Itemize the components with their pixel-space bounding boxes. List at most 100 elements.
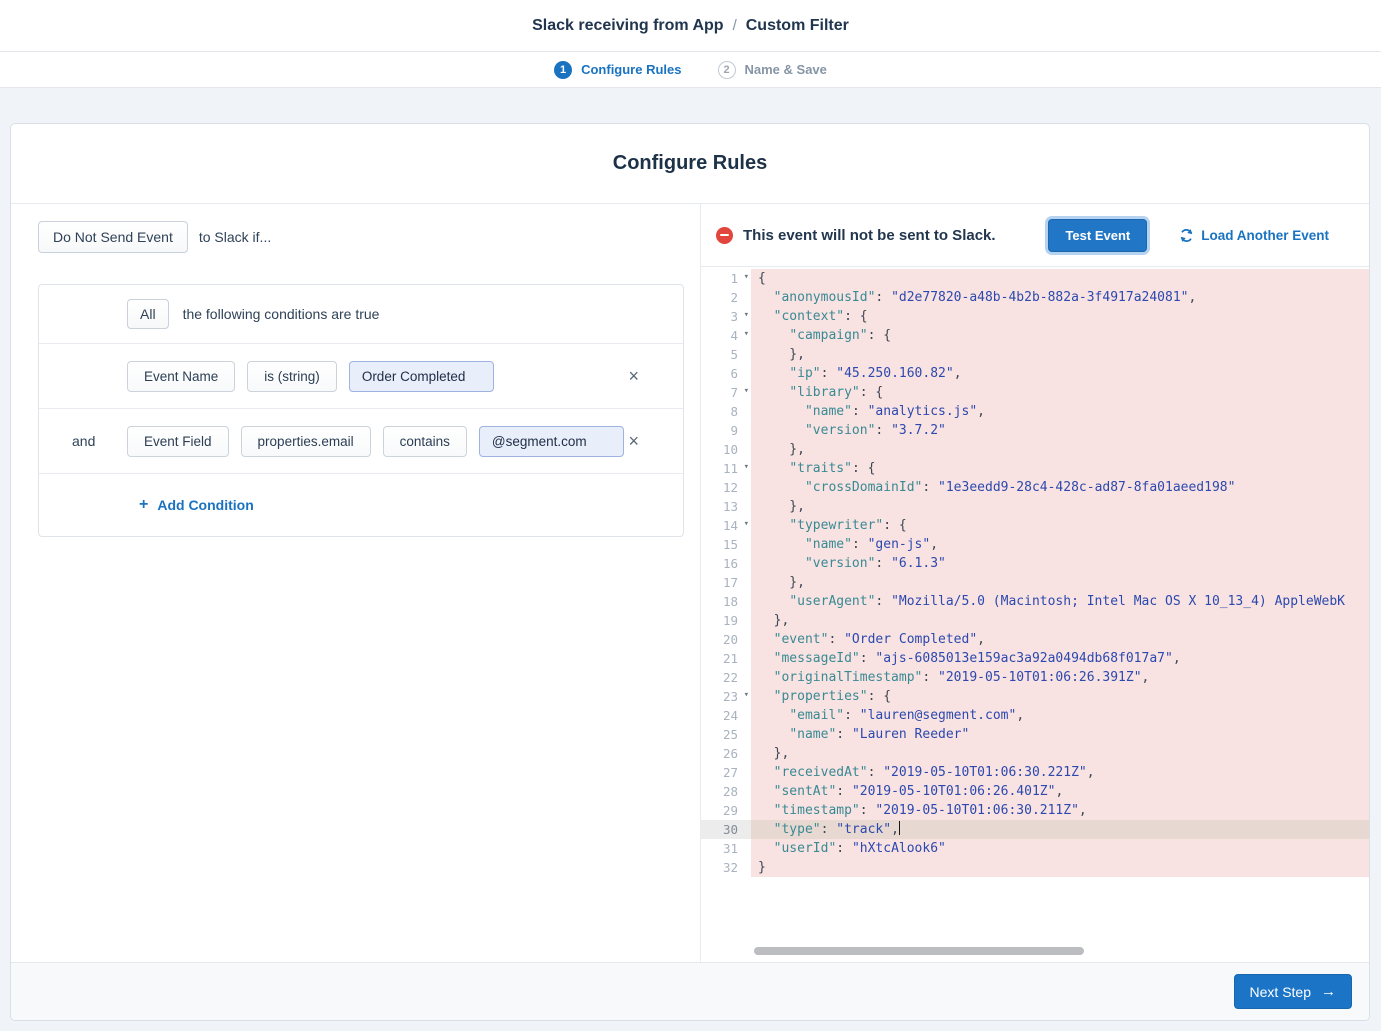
code-line[interactable]: },	[751, 744, 1369, 763]
code-line[interactable]: "userId": "hXtcAlook6"	[751, 839, 1369, 858]
code-line[interactable]: "email": "lauren@segment.com",	[751, 706, 1369, 725]
fold-arrow-icon[interactable]: ▾	[744, 382, 749, 401]
add-condition-button[interactable]: + Add Condition	[39, 473, 683, 536]
gutter-line-number: 3▾	[701, 307, 751, 326]
gutter-line-number: 22	[701, 668, 751, 687]
code-line[interactable]: "typewriter": {	[751, 516, 1369, 535]
fold-arrow-icon[interactable]: ▾	[744, 268, 749, 287]
condition-field-button[interactable]: contains	[383, 426, 467, 457]
gutter-line-number: 17	[701, 573, 751, 592]
code-line[interactable]: "name": "Lauren Reeder"	[751, 725, 1369, 744]
remove-condition-icon[interactable]: ×	[624, 365, 643, 387]
steps-bar: 1 Configure Rules 2 Name & Save	[0, 52, 1381, 88]
gutter-line-number: 12	[701, 478, 751, 497]
gutter-line-number: 5	[701, 345, 751, 364]
code-line[interactable]: "name": "analytics.js",	[751, 402, 1369, 421]
fold-arrow-icon[interactable]: ▾	[744, 515, 749, 534]
configure-rules-card: Configure Rules Do Not Send Event to Sla…	[10, 123, 1370, 1021]
condition-field-button[interactable]: Event Name	[127, 361, 235, 392]
step-2-label: Name & Save	[745, 62, 827, 77]
match-type-dropdown-button[interactable]: All	[127, 299, 169, 329]
gutter-line-number: 10	[701, 440, 751, 459]
gutter-line-number: 13	[701, 497, 751, 516]
code-line[interactable]: "type": "track",	[751, 820, 1369, 839]
condition-row: and Event Field properties.email contains ×	[39, 408, 683, 473]
gutter-line-number: 28	[701, 782, 751, 801]
gutter-line-number: 23▾	[701, 687, 751, 706]
code-line[interactable]: {	[751, 269, 1369, 288]
code-line[interactable]: "event": "Order Completed",	[751, 630, 1369, 649]
code-line[interactable]: },	[751, 497, 1369, 516]
code-line[interactable]: "userAgent": "Mozilla/5.0 (Macintosh; In…	[751, 592, 1369, 611]
filter-action-suffix: to Slack if...	[199, 229, 271, 245]
code-line[interactable]: },	[751, 573, 1369, 592]
code-line[interactable]: "receivedAt": "2019-05-10T01:06:30.221Z"…	[751, 763, 1369, 782]
step-1-label: Configure Rules	[581, 62, 681, 77]
remove-condition-icon[interactable]: ×	[624, 430, 643, 452]
code-line[interactable]: "name": "gen-js",	[751, 535, 1369, 554]
condition-value-input[interactable]	[349, 361, 494, 392]
condition-field-button[interactable]: is (string)	[247, 361, 337, 392]
next-step-button[interactable]: Next Step →	[1234, 974, 1352, 1009]
condition-conjunction: and	[72, 433, 95, 449]
step-2-circle: 2	[718, 61, 736, 79]
code-line[interactable]: "traits": {	[751, 459, 1369, 478]
step-configure-rules[interactable]: 1 Configure Rules	[554, 61, 681, 79]
editor-gutter: 1▾23▾4▾567▾891011▾121314▾151617181920212…	[701, 267, 751, 962]
code-line[interactable]: "campaign": {	[751, 326, 1369, 345]
fold-arrow-icon[interactable]: ▾	[744, 306, 749, 325]
gutter-line-number: 21	[701, 649, 751, 668]
gutter-line-number: 32	[701, 858, 751, 877]
fold-arrow-icon[interactable]: ▾	[744, 325, 749, 344]
code-line[interactable]: "sentAt": "2019-05-10T01:06:26.401Z",	[751, 782, 1369, 801]
code-line[interactable]: "messageId": "ajs-6085013e159ac3a92a0494…	[751, 649, 1369, 668]
load-another-event-button[interactable]: Load Another Event	[1173, 227, 1335, 244]
code-line[interactable]: "properties": {	[751, 687, 1369, 706]
code-line[interactable]: "library": {	[751, 383, 1369, 402]
title-bar: Slack receiving from App / Custom Filter	[0, 0, 1381, 52]
editor-code-area[interactable]: { "anonymousId": "d2e77820-a48b-4b2b-882…	[751, 267, 1369, 962]
code-line[interactable]: "version": "6.1.3"	[751, 554, 1369, 573]
gutter-line-number: 24	[701, 706, 751, 725]
code-line[interactable]: "crossDomainId": "1e3eedd9-28c4-428c-ad8…	[751, 478, 1369, 497]
json-event-editor[interactable]: 1▾23▾4▾567▾891011▾121314▾151617181920212…	[701, 267, 1369, 962]
gutter-line-number: 9	[701, 421, 751, 440]
code-line[interactable]: "anonymousId": "d2e77820-a48b-4b2b-882a-…	[751, 288, 1369, 307]
blocked-icon	[716, 227, 733, 244]
gutter-line-number: 6	[701, 364, 751, 383]
gutter-line-number: 26	[701, 744, 751, 763]
code-line[interactable]: },	[751, 611, 1369, 630]
breadcrumb-separator: /	[733, 17, 737, 34]
step-name-and-save[interactable]: 2 Name & Save	[718, 61, 827, 79]
condition-field-button[interactable]: Event Field	[127, 426, 229, 457]
fold-arrow-icon[interactable]: ▾	[744, 458, 749, 477]
breadcrumb-primary[interactable]: Slack receiving from App	[532, 17, 723, 35]
plus-icon: +	[139, 496, 148, 514]
refresh-icon	[1179, 228, 1194, 243]
card-title: Configure Rules	[11, 124, 1369, 204]
gutter-line-number: 2	[701, 288, 751, 307]
horizontal-scrollbar[interactable]	[754, 947, 1084, 955]
fold-arrow-icon[interactable]: ▾	[744, 686, 749, 705]
condition-value-input[interactable]	[479, 426, 624, 457]
gutter-line-number: 1▾	[701, 269, 751, 288]
code-line[interactable]: "context": {	[751, 307, 1369, 326]
conditions-box: All the following conditions are true Ev…	[38, 284, 684, 537]
code-line[interactable]: "originalTimestamp": "2019-05-10T01:06:2…	[751, 668, 1369, 687]
code-line[interactable]: }	[751, 858, 1369, 877]
match-suffix: the following conditions are true	[183, 306, 380, 322]
filter-action-dropdown-button[interactable]: Do Not Send Event	[38, 221, 188, 253]
code-line[interactable]: "ip": "45.250.160.82",	[751, 364, 1369, 383]
condition-field-button[interactable]: properties.email	[241, 426, 371, 457]
code-line[interactable]: "version": "3.7.2"	[751, 421, 1369, 440]
code-line[interactable]: "timestamp": "2019-05-10T01:06:30.211Z",	[751, 801, 1369, 820]
condition-row: Event Name is (string) ×	[39, 343, 683, 408]
code-line[interactable]: },	[751, 440, 1369, 459]
gutter-line-number: 15	[701, 535, 751, 554]
gutter-line-number: 19	[701, 611, 751, 630]
gutter-line-number: 31	[701, 839, 751, 858]
gutter-line-number: 8	[701, 402, 751, 421]
test-event-button[interactable]: Test Event	[1048, 219, 1147, 252]
code-line[interactable]: },	[751, 345, 1369, 364]
arrow-right-icon: →	[1321, 983, 1336, 1000]
